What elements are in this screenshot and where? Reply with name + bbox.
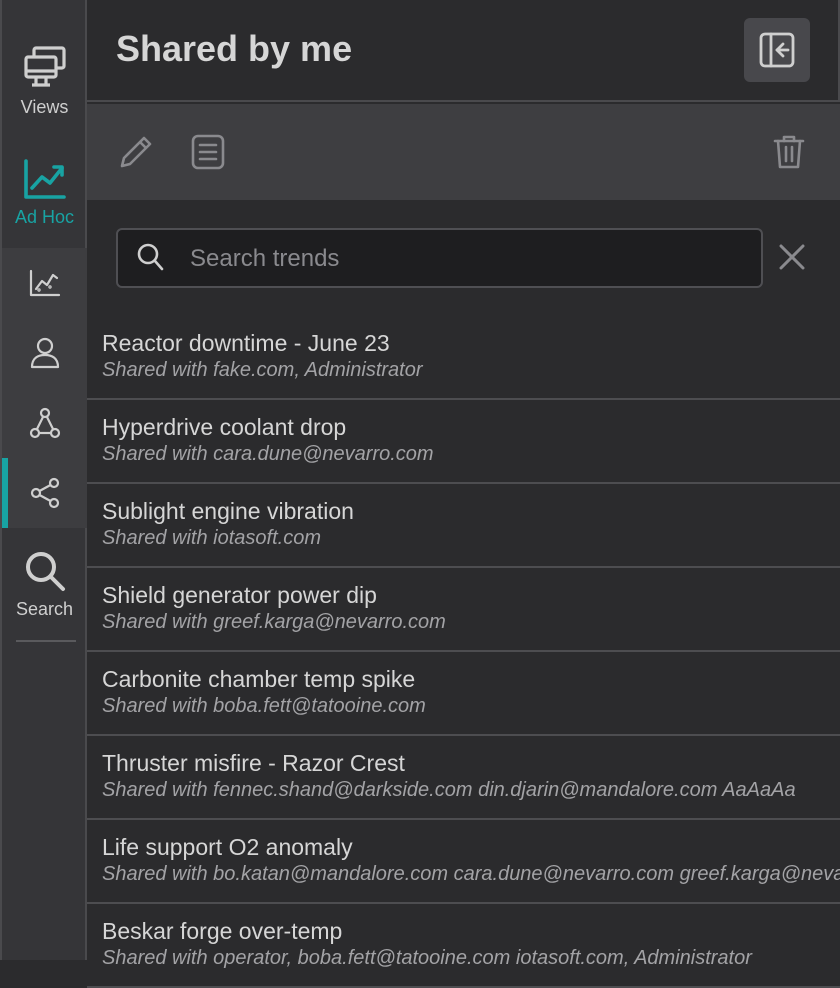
item-name: Carbonite chamber temp spike (102, 666, 416, 692)
item-shared-with: Shared with cara.dune@nevarro.com (102, 443, 434, 465)
item-shared-with: Shared with iotasoft.com (102, 527, 321, 549)
nav-rail: Views Ad Hoc Search (0, 0, 87, 960)
item-shared-with: Shared with operator, boba.fett@tatooine… (102, 947, 752, 969)
nav-adhoc[interactable]: Ad Hoc (2, 158, 87, 228)
nav-views-label: Views (20, 97, 69, 117)
action-toolbar (87, 104, 840, 200)
item-name: Reactor downtime - June 23 (102, 330, 390, 356)
sub-trends[interactable] (2, 248, 87, 318)
search-icon (136, 242, 164, 272)
pencil-icon (118, 134, 154, 170)
user-icon (30, 337, 60, 369)
item-shared-with: Shared with fennec.shand@darkside.com di… (102, 779, 796, 801)
item-shared-with: Shared with boba.fett@tatooine.com (102, 695, 426, 717)
item-name: Sublight engine vibration (102, 498, 354, 524)
trend-chart-icon (23, 158, 67, 200)
clear-search-button[interactable] (777, 242, 807, 272)
sub-users[interactable] (2, 318, 87, 388)
list-item[interactable]: Thruster misfire - Razor Crest Shared wi… (87, 736, 840, 820)
delete-button[interactable] (773, 134, 805, 170)
share-icon (30, 477, 60, 509)
sub-groups[interactable] (2, 388, 87, 458)
list-item[interactable]: Life support O2 anomaly Shared with bo.k… (87, 820, 840, 904)
item-name: Shield generator power dip (102, 582, 377, 608)
nav-search[interactable]: Search (2, 550, 87, 620)
shared-panel: Shared by me Search trends Reactor downt… (87, 0, 840, 988)
item-shared-with: Shared with fake.com, Administrator (102, 359, 423, 381)
item-shared-with: Shared with bo.katan@mandalore.com cara.… (102, 863, 840, 885)
nav-adhoc-label: Ad Hoc (14, 207, 75, 227)
close-icon (777, 242, 807, 272)
collapse-panel-button[interactable] (744, 18, 810, 82)
nav-views[interactable]: Views (2, 44, 87, 118)
item-name: Life support O2 anomaly (102, 834, 353, 860)
list-item[interactable]: Carbonite chamber temp spike Shared with… (87, 652, 840, 736)
list-item[interactable]: Reactor downtime - June 23 Shared with f… (87, 316, 840, 400)
search-box (116, 228, 763, 288)
list-item[interactable]: Sublight engine vibration Shared with io… (87, 484, 840, 568)
item-name: Thruster misfire - Razor Crest (102, 750, 405, 776)
trash-icon (773, 134, 805, 170)
adhoc-submenu (2, 248, 87, 528)
collapse-panel-icon (759, 32, 795, 68)
network-triangle-icon (29, 407, 61, 439)
shared-list: Reactor downtime - June 23 Shared with f… (87, 316, 840, 988)
item-shared-with: Shared with greef.karga@nevarro.com (102, 611, 446, 633)
page-title: Shared by me (116, 28, 353, 69)
line-chart-icon (29, 269, 61, 297)
search-input[interactable] (188, 240, 752, 278)
list-item[interactable]: Beskar forge over-temp Shared with opera… (87, 904, 840, 988)
search-row (87, 200, 840, 316)
item-name: Hyperdrive coolant drop (102, 414, 347, 440)
edit-button[interactable] (118, 134, 154, 170)
document-icon (191, 134, 225, 170)
monitors-icon (22, 44, 68, 90)
panel-header: Shared by me (87, 0, 840, 102)
item-name: Beskar forge over-temp (102, 918, 343, 944)
list-item[interactable]: Hyperdrive coolant drop Shared with cara… (87, 400, 840, 484)
nav-search-label: Search (15, 599, 74, 619)
list-item[interactable]: Shield generator power dip Shared with g… (87, 568, 840, 652)
details-button[interactable] (191, 134, 225, 170)
search-icon (24, 550, 66, 592)
sub-shared[interactable] (2, 458, 87, 528)
rail-divider (16, 640, 76, 642)
